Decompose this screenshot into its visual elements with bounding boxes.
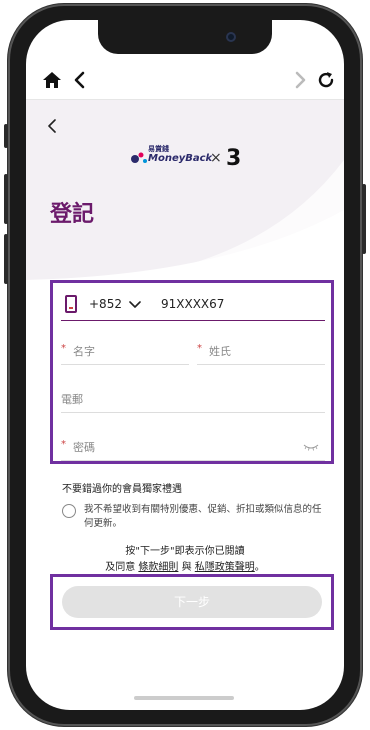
consent-suffix: 。 [254, 562, 265, 573]
refresh-icon[interactable] [316, 70, 336, 90]
moneyback-wordmark: MoneyBack [148, 153, 213, 164]
password-field[interactable]: * 密碼 [61, 433, 325, 461]
camera-icon [226, 32, 236, 42]
opt-out-text: 我不希望收到有關特別優惠、促銷、折扣或類似信息的任何更新。 [84, 504, 322, 529]
notch [98, 20, 272, 54]
registration-page: 易賞錢 MoneyBack × 3 登記 +852 91XXXX67 * 名字 … [26, 100, 344, 710]
consent-prefix: 及同意 [105, 562, 136, 573]
last-name-placeholder: 姓氏 [209, 345, 231, 358]
phone-number-input[interactable]: 91XXXX67 [161, 297, 224, 311]
chevron-right-icon[interactable] [290, 70, 310, 90]
required-mark: * [61, 439, 66, 450]
next-button-highlight: 下一步 [50, 574, 334, 630]
phone-number-field[interactable]: +852 91XXXX67 [61, 289, 325, 321]
privacy-link[interactable]: 私隱政策聲明 [195, 562, 255, 573]
phone-frame: 易賞錢 MoneyBack × 3 登記 +852 91XXXX67 * 名字 … [4, 4, 366, 726]
required-mark: * [197, 343, 202, 354]
chevron-left-icon[interactable] [70, 70, 90, 90]
email-field[interactable]: 電郵 [61, 385, 325, 413]
first-name-field[interactable]: * 名字 [61, 337, 189, 365]
volume-down-button [4, 234, 8, 284]
background-wave [26, 100, 344, 280]
terms-link[interactable]: 條款細則 [138, 562, 178, 573]
email-placeholder: 電郵 [61, 393, 83, 406]
mobile-phone-icon [65, 295, 77, 313]
home-indicator [134, 696, 234, 700]
country-code-select[interactable]: +852 [89, 297, 122, 311]
promo-title: 不要錯過你的會員獨家禮遇 [62, 484, 182, 495]
consent-line-1: 按"下一步"即表示你已閱讀 [125, 546, 245, 557]
page-title: 登記 [50, 202, 95, 227]
opt-out-radio[interactable] [62, 504, 76, 518]
first-name-placeholder: 名字 [73, 345, 95, 358]
next-button[interactable]: 下一步 [62, 586, 322, 618]
home-icon[interactable] [42, 70, 62, 90]
times-sign: × [210, 150, 222, 166]
back-button[interactable] [44, 118, 60, 134]
chevron-down-icon[interactable] [129, 299, 141, 311]
consent-and: 與 [181, 562, 192, 573]
power-button [362, 184, 366, 254]
password-placeholder: 密碼 [73, 441, 95, 454]
volume-up-button [4, 174, 8, 224]
three-logo: 3 [226, 146, 242, 171]
last-name-field[interactable]: * 姓氏 [197, 337, 325, 365]
required-mark: * [61, 343, 66, 354]
mute-switch [4, 124, 8, 148]
eye-closed-icon[interactable] [303, 443, 319, 451]
registration-form: +852 91XXXX67 * 名字 * 姓氏 電郵 * 密碼 [50, 280, 334, 464]
brand-logos: 易賞錢 MoneyBack × 3 [130, 144, 250, 172]
screen: 易賞錢 MoneyBack × 3 登記 +852 91XXXX67 * 名字 … [26, 20, 344, 710]
browser-toolbar [26, 60, 344, 100]
consent-line-2: 及同意 條款細則 與 私隱政策聲明。 [26, 558, 344, 573]
